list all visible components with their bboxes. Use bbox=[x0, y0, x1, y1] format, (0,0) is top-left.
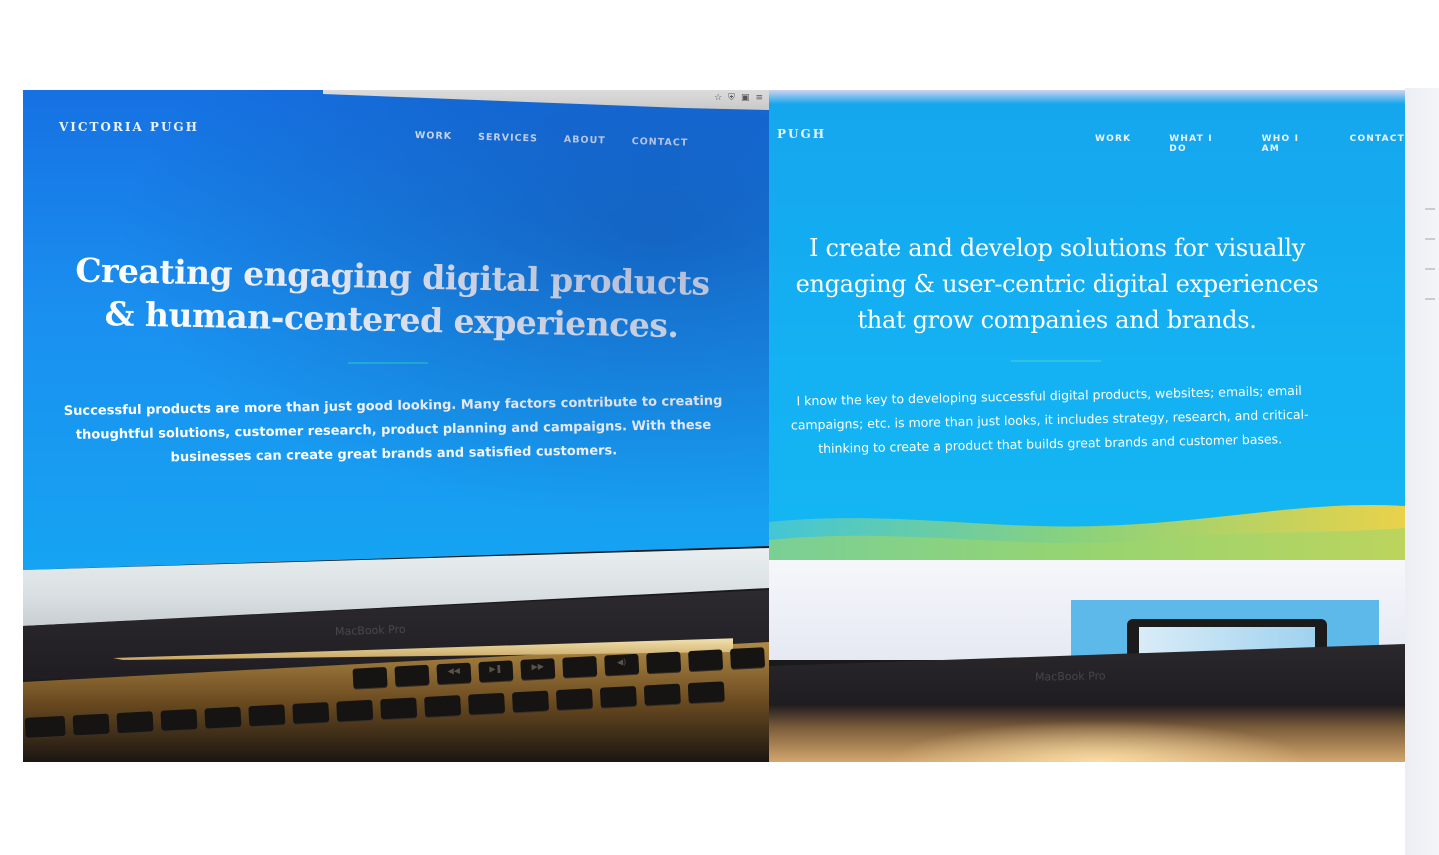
hero-body-line: businesses can create great brands and s… bbox=[170, 443, 618, 466]
hero-headline-line: I create and develop solutions for visua… bbox=[808, 234, 1306, 262]
sliver-mark bbox=[1425, 298, 1435, 300]
keyboard-key bbox=[730, 647, 766, 669]
device-label: MacBook Pro bbox=[334, 622, 406, 639]
keyboard-key: ◀) bbox=[604, 653, 640, 676]
keyboard-key bbox=[468, 692, 506, 715]
keyboard-key bbox=[24, 715, 66, 738]
keyboard-key bbox=[687, 681, 725, 704]
keyboard-key bbox=[160, 708, 198, 731]
keyboard-key bbox=[394, 664, 430, 687]
nav-about[interactable]: ABOUT bbox=[564, 134, 606, 146]
hero-body-line: thoughtful solutions, customer research,… bbox=[75, 417, 712, 443]
laptop-screen: VICTORIA PUGH WORK SERVICES ABOUT CONTAC… bbox=[23, 90, 769, 570]
hero-body-line: Successful products are more than just g… bbox=[63, 393, 723, 419]
nav-work[interactable]: WORK bbox=[415, 130, 453, 142]
nav-work[interactable]: WORK bbox=[1095, 134, 1131, 154]
hero-headline-line: engaging & user-centric digital experien… bbox=[795, 270, 1319, 298]
shield-icon[interactable]: ⛨ bbox=[728, 93, 735, 103]
hero-headline: I create and develop solutions for visua… bbox=[769, 230, 1357, 338]
hero-body: Successful products are more than just g… bbox=[63, 390, 724, 472]
nav-who-i-am[interactable]: WHO I AM bbox=[1262, 134, 1312, 154]
hero-divider bbox=[348, 362, 428, 364]
site-nav: WORK WHAT I DO WHO I AM CONTACT bbox=[1095, 134, 1405, 154]
keyboard-key bbox=[688, 649, 724, 672]
nav-services[interactable]: SERVICES bbox=[478, 132, 538, 145]
keyboard-key bbox=[646, 651, 682, 674]
sliver-mark bbox=[1425, 268, 1435, 270]
nav-what-i-do[interactable]: WHAT I DO bbox=[1169, 134, 1223, 154]
browser-icons: ☆ ⛨ ▣ ≡ bbox=[714, 93, 763, 103]
keyboard-key bbox=[562, 655, 598, 678]
menu-icon[interactable]: ≡ bbox=[755, 93, 763, 103]
photo-sliver bbox=[1405, 88, 1439, 855]
deck-glow bbox=[889, 720, 1309, 762]
keyboard-key bbox=[72, 713, 110, 736]
keyboard-key bbox=[555, 688, 593, 711]
hero-headline-line: Creating engaging digital products bbox=[74, 250, 710, 303]
keyboard-key bbox=[380, 697, 418, 720]
keyboard-key bbox=[336, 699, 374, 722]
nav-contact[interactable]: CONTACT bbox=[1350, 134, 1405, 154]
site-nav: WORK SERVICES ABOUT CONTACT bbox=[415, 130, 689, 149]
photo-left: VICTORIA PUGH WORK SERVICES ABOUT CONTAC… bbox=[23, 90, 769, 762]
site-brand[interactable]: VICTORIA PUGH bbox=[59, 120, 199, 134]
keyboard-key bbox=[248, 704, 286, 727]
hero-body: I know the key to developing successful … bbox=[769, 378, 1330, 462]
sliver-mark bbox=[1425, 208, 1435, 210]
keyboard-key: ◀◀ bbox=[436, 662, 472, 685]
keyboard-key bbox=[292, 702, 330, 724]
photo-right: PUGH WORK WHAT I DO WHO I AM CONTACT I c… bbox=[769, 90, 1405, 762]
site-brand[interactable]: PUGH bbox=[777, 127, 826, 141]
hero-headline: Creating engaging digital products & hum… bbox=[51, 248, 733, 348]
keyboard-key bbox=[352, 666, 388, 689]
keyboard-key bbox=[204, 706, 242, 729]
hero-divider bbox=[1011, 360, 1101, 362]
laptop-screen: PUGH WORK WHAT I DO WHO I AM CONTACT I c… bbox=[769, 90, 1405, 590]
keyboard-key bbox=[512, 690, 550, 713]
device-label: MacBook Pro bbox=[1034, 669, 1106, 684]
hero-headline-line: that grow companies and brands. bbox=[857, 306, 1257, 334]
keyboard-key bbox=[116, 711, 154, 734]
star-icon[interactable]: ☆ bbox=[714, 93, 722, 103]
keyboard-key: ▶▶ bbox=[520, 658, 556, 680]
extension-icon[interactable]: ▣ bbox=[741, 93, 750, 103]
hero-headline-line: & human-centered experiences. bbox=[104, 294, 679, 346]
keyboard-key bbox=[599, 685, 637, 708]
nav-contact[interactable]: CONTACT bbox=[632, 136, 689, 149]
screen-glare bbox=[769, 90, 1405, 104]
keyboard-key bbox=[424, 695, 462, 717]
sliver-mark bbox=[1425, 238, 1435, 240]
keyboard-key bbox=[643, 683, 681, 706]
keyboard-key: ▶❚ bbox=[478, 660, 514, 683]
